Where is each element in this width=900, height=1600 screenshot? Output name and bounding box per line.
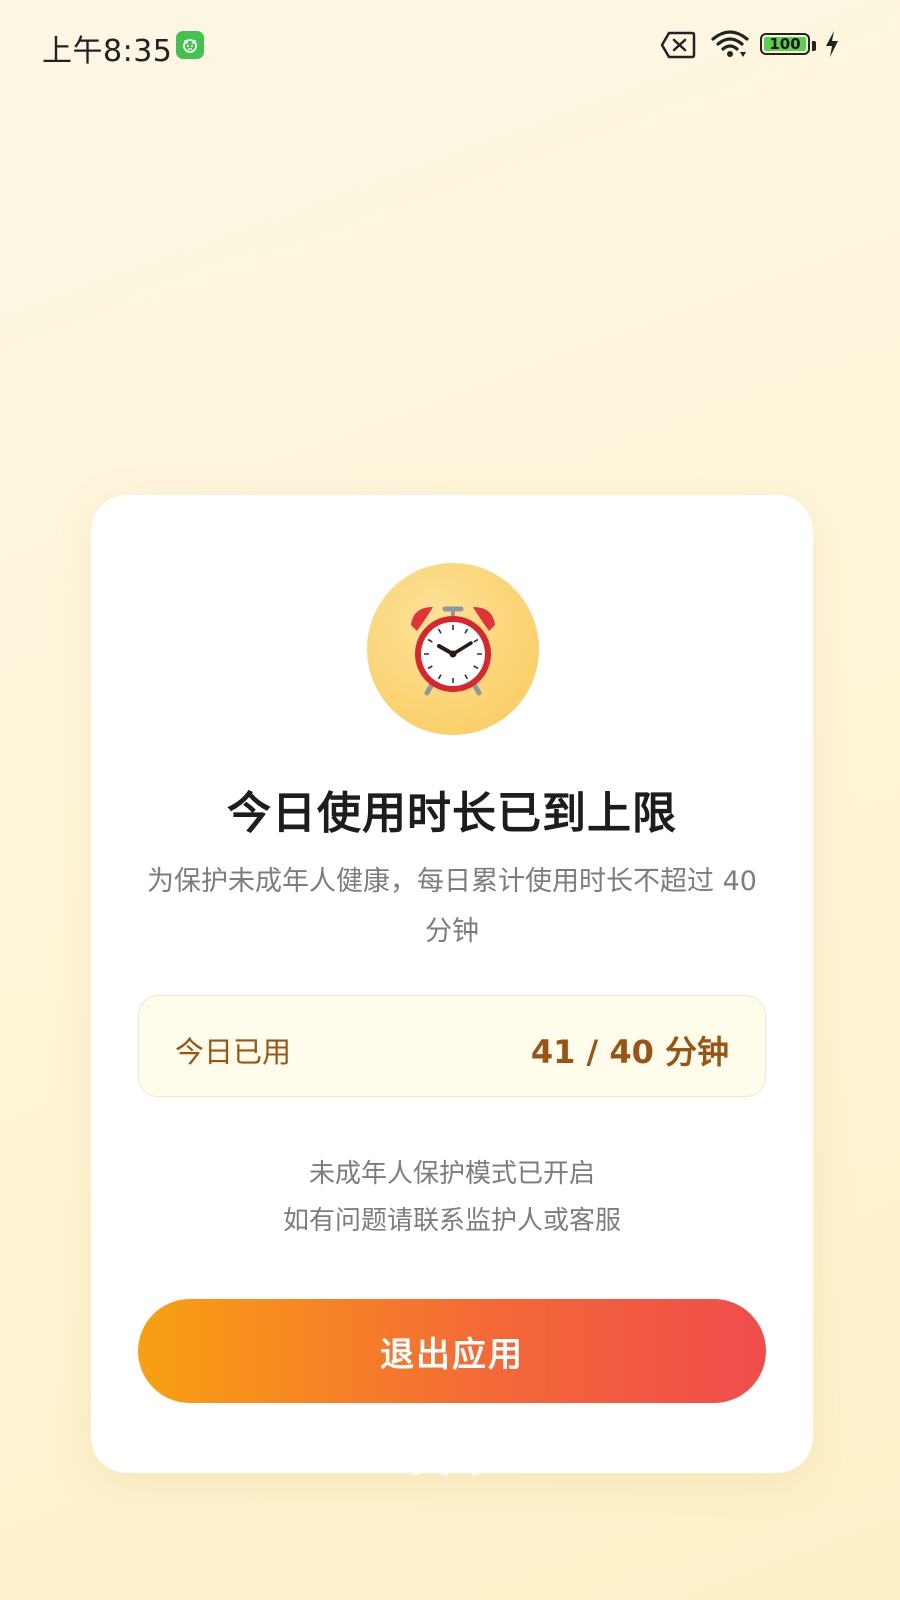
wifi-icon [710,29,750,63]
time-limit-dialog: 今日使用时长已到上限 为保护未成年人健康，每日累计使用时长不超过 40 分钟 今… [91,495,813,1473]
protection-mode-note: 未成年人保护模式已开启 [308,1159,595,1189]
dialog-subtitle: 为保护未成年人健康，每日累计使用时长不超过 40 分钟 [147,866,757,947]
usage-summary: 今日已用 41 / 40 分钟 [138,995,766,1097]
page-dot [410,1466,420,1476]
alarm-clock-icon [411,606,495,696]
icon-circle [367,563,539,735]
page-dot [440,1466,450,1476]
page-dot [470,1466,480,1476]
usage-label: 今日已用 [175,1035,292,1069]
charging-bolt-icon [824,30,840,62]
status-bar: 上午8:35 100 [0,0,900,90]
battery-icon: 100 [760,33,810,55]
usage-value: 41 / 40 分钟 [530,1033,729,1071]
exit-app-button[interactable]: 退出应用 [138,1299,766,1403]
status-time: 上午8:35 [42,34,173,69]
sim-disabled-icon [660,31,696,63]
page-indicator [410,1460,490,1480]
notification-app-icon [176,31,204,59]
battery-level: 100 [769,35,801,53]
dialog-title: 今日使用时长已到上限 [227,788,677,839]
battery-cap [812,41,816,51]
contact-guardian-note: 如有问题请联系监护人或客服 [282,1206,621,1236]
